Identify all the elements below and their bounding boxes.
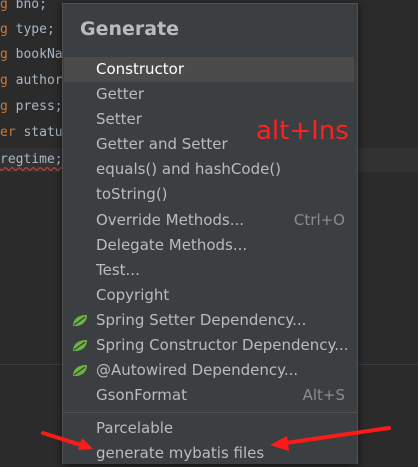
code-line: g author: [0, 73, 63, 88]
menu-item-getter[interactable]: Getter: [63, 82, 357, 107]
code-line: regtime;: [0, 152, 63, 167]
menu-item-override-methods[interactable]: Override Methods... Ctrl+O: [63, 208, 357, 233]
shortcut-label: Ctrl+O: [293, 210, 345, 229]
code-line: er statu: [0, 125, 63, 140]
menu-item-delegate-methods[interactable]: Delegate Methods...: [63, 233, 357, 258]
menu-item-copyright[interactable]: Copyright: [63, 283, 357, 308]
code-line: g type;: [0, 22, 55, 37]
shortcut-annotation: alt+Ins: [256, 116, 349, 146]
menu-item-parcelable[interactable]: Parcelable: [63, 416, 357, 441]
shortcut-label: Alt+S: [302, 386, 345, 405]
spring-leaf-icon: [73, 314, 87, 326]
menu-separator: [63, 412, 357, 414]
code-line: g bookNa: [0, 47, 63, 62]
menu-item-test[interactable]: Test...: [63, 258, 357, 283]
popup-title: Generate: [80, 18, 180, 40]
menu-item-spring-setter-dependency[interactable]: Spring Setter Dependency...: [63, 308, 357, 333]
menu-item-gsonformat[interactable]: GsonFormat Alt+S: [63, 383, 357, 408]
menu-item-spring-constructor-dependency[interactable]: Spring Constructor Dependency...: [63, 333, 357, 358]
menu-item-constructor[interactable]: Constructor: [64, 57, 354, 83]
generate-popup: Generate Constructor Getter Setter Gette…: [62, 3, 358, 464]
code-line: g bno;: [0, 0, 47, 12]
spring-leaf-icon: [73, 365, 87, 377]
code-line: g press;: [0, 99, 63, 114]
menu-item-equals-hashcode[interactable]: equals() and hashCode(): [63, 157, 357, 182]
menu-item-tostring[interactable]: toString(): [63, 182, 357, 207]
menu-item-autowired-dependency[interactable]: @Autowired Dependency...: [63, 358, 357, 383]
spring-leaf-icon: [73, 340, 87, 352]
